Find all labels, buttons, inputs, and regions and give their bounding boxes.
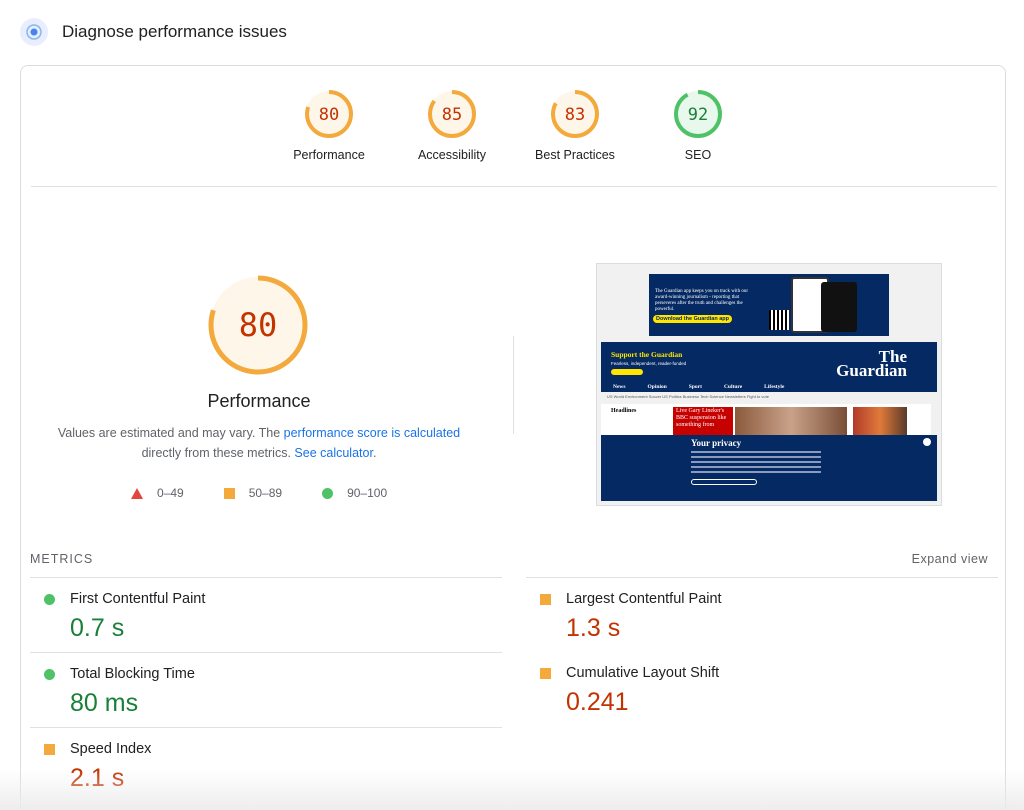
- logo-line: Guardian: [836, 361, 907, 380]
- bottom-fade: [0, 770, 1024, 810]
- gauge-accessibility[interactable]: 85 Accessibility: [392, 88, 512, 162]
- square-icon: [44, 744, 55, 755]
- diagnose-icon: [20, 18, 48, 46]
- gauge-label: Performance: [293, 148, 365, 162]
- metric-value: 80 ms: [70, 689, 139, 717]
- section-title: Diagnose performance issues: [62, 22, 287, 41]
- square-icon: [540, 668, 551, 679]
- desc-text: .: [372, 446, 377, 460]
- gauge-label: Best Practices: [535, 148, 615, 162]
- section-header: Diagnose performance issues: [20, 17, 287, 47]
- circle-icon: [44, 594, 55, 605]
- support-text: Support the Guardian: [611, 350, 683, 359]
- see-calculator-link[interactable]: See calculator: [294, 446, 373, 460]
- expand-view-button[interactable]: Expand view: [912, 552, 988, 566]
- ad-text: The Guardian app keeps you on track with…: [655, 289, 749, 312]
- square-icon: [540, 594, 551, 605]
- score-legend: 0–49 50–89 90–100: [131, 483, 427, 503]
- performance-score: 80: [239, 306, 278, 344]
- support-subtext: Fearless, independent, reader-funded: [611, 361, 687, 366]
- metric-name: Total Blocking Time: [70, 666, 195, 682]
- privacy-text: [691, 451, 821, 476]
- gauge-score: 85: [442, 105, 462, 125]
- metric-total-blocking-time: Total Blocking Time 80 ms: [30, 652, 502, 727]
- nav-item: Lifestyle: [764, 383, 785, 390]
- gauge-accessibility-ring: 85: [428, 90, 476, 138]
- page-screenshot[interactable]: The Guardian app keeps you on track with…: [596, 263, 942, 506]
- gauge-seo[interactable]: 92 SEO: [638, 88, 758, 162]
- metric-first-contentful-paint: First Contentful Paint 0.7 s: [30, 577, 502, 652]
- gauge-score: 83: [565, 105, 585, 125]
- metric-largest-contentful-paint: Largest Contentful Paint 1.3 s: [526, 577, 998, 652]
- metric-value: 1.3 s: [566, 614, 621, 642]
- screenshot-nav: News Opinion Sport Culture Lifestyle: [601, 381, 937, 392]
- legend-item-poor: 0–49: [131, 486, 184, 500]
- news-photo: [853, 407, 907, 436]
- report-card: 80 Performance 85 Accessibility 83 Best …: [20, 65, 1006, 810]
- triangle-icon: [131, 487, 143, 499]
- legend-range: 90–100: [347, 486, 388, 500]
- close-icon: [923, 438, 931, 446]
- circle-icon: [322, 487, 334, 499]
- qr-code-icon: [769, 310, 789, 330]
- vertical-divider: [513, 336, 514, 434]
- privacy-title: Your privacy: [691, 438, 742, 448]
- phone-image: [821, 282, 857, 332]
- news-photo: [735, 407, 847, 436]
- legend-range: 50–89: [248, 486, 283, 500]
- metric-value: 0.7 s: [70, 614, 125, 642]
- performance-score-gauge: 80: [208, 275, 308, 375]
- metric-name: Speed Index: [70, 741, 152, 757]
- gauge-seo-ring: 92: [674, 90, 722, 138]
- metric-name: Largest Contentful Paint: [566, 591, 722, 607]
- screenshot-headlines: Headlines Live Gary Lineker's BBC suspen…: [601, 404, 931, 436]
- desc-text: directly from these metrics.: [141, 446, 295, 460]
- category-gauges: 80 Performance 85 Accessibility 83 Best …: [21, 88, 1005, 178]
- nav-item: News: [613, 383, 626, 390]
- nav-item: Sport: [688, 383, 702, 390]
- performance-description: Values are estimated and may vary. The p…: [49, 423, 469, 463]
- legend-item-average: 50–89: [223, 486, 283, 500]
- headlines-label: Headlines: [611, 408, 637, 414]
- metric-name: First Contentful Paint: [70, 591, 206, 607]
- legend-range: 0–49: [157, 486, 184, 500]
- live-headline: Live Gary Lineker's BBC suspension like …: [673, 407, 733, 436]
- support-button: [611, 369, 643, 375]
- gauge-performance-ring: 80: [305, 90, 353, 138]
- nav-item: Opinion: [647, 383, 667, 390]
- metric-cumulative-layout-shift: Cumulative Layout Shift 0.241: [526, 652, 998, 727]
- gauge-label: SEO: [684, 148, 712, 162]
- performance-title: Performance: [207, 391, 311, 411]
- desc-text: Values are estimated and may vary. The: [57, 426, 284, 440]
- screenshot-privacy-banner: Your privacy: [601, 435, 937, 501]
- nav-item: Culture: [723, 383, 743, 390]
- metrics-heading: METRICS: [30, 552, 94, 566]
- guardian-logo: The Guardian: [836, 348, 907, 380]
- gauges-divider: [31, 186, 997, 187]
- ad-button: Download the Guardian app: [653, 315, 733, 323]
- gauge-best-practices-ring: 83: [551, 90, 599, 138]
- gauge-performance[interactable]: 80 Performance: [269, 88, 389, 162]
- gauge-score: 80: [319, 105, 339, 125]
- metric-name: Cumulative Layout Shift: [566, 665, 720, 681]
- gauge-best-practices[interactable]: 83 Best Practices: [515, 88, 635, 162]
- gauge-label: Accessibility: [417, 148, 487, 162]
- screenshot-ad-banner: The Guardian app keeps you on track with…: [649, 274, 889, 336]
- metric-value: 0.241: [566, 688, 629, 716]
- privacy-button: [691, 479, 757, 485]
- gauge-score: 92: [688, 105, 708, 125]
- circle-icon: [44, 669, 55, 680]
- screenshot-subnav: US World Environment Soccer US Politics …: [607, 394, 769, 399]
- square-icon: [223, 487, 235, 499]
- legend-item-good: 90–100: [322, 486, 387, 500]
- score-calculated-link[interactable]: performance score is calculated: [284, 426, 460, 440]
